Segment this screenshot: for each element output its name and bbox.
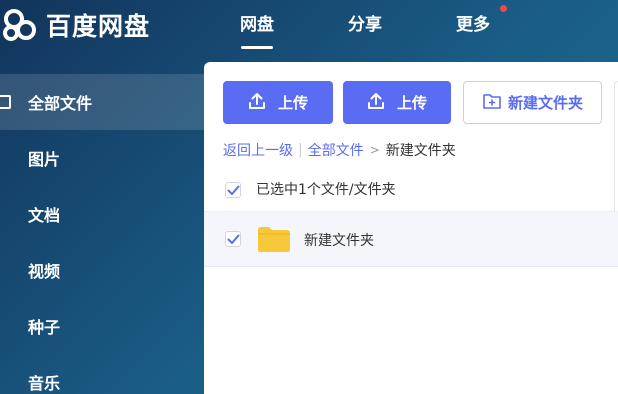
row-checkbox[interactable] — [225, 231, 241, 247]
sidebar-item-videos[interactable]: 视频 — [0, 242, 204, 298]
logo-text: 百度网盘 — [46, 12, 151, 41]
selection-summary: 已选中1个文件/文件夹 — [256, 182, 396, 198]
sidebar-item-images[interactable]: 图片 — [0, 130, 204, 186]
sidebar-item-label: 文档 — [28, 206, 61, 225]
file-name[interactable]: 新建文件夹 — [304, 230, 374, 250]
sidebar-item-torrents[interactable]: 种子 — [0, 298, 204, 354]
folder-icon — [257, 226, 291, 253]
select-all-checkbox[interactable] — [225, 182, 241, 198]
upload-button-label: 上传 — [277, 94, 308, 112]
sidebar: 全部文件 图片 文档 视频 种子 音乐 — [0, 70, 204, 394]
breadcrumb: 返回上一级 | 全部文件 > 新建文件夹 — [223, 140, 456, 160]
all-files-icon — [0, 95, 11, 109]
new-folder-button-label: 新建文件夹 — [507, 94, 583, 112]
upload-icon — [367, 92, 397, 114]
sidebar-item-label: 全部文件 — [28, 94, 93, 113]
sidebar-item-label: 视频 — [28, 262, 61, 281]
breadcrumb-separator: | — [298, 142, 303, 158]
sidebar-item-label: 图片 — [28, 150, 61, 169]
baidu-netdisk-logo-icon — [0, 6, 40, 44]
top-navigation-bar: 百度网盘 网盘 分享 更多 — [0, 0, 618, 62]
new-folder-button[interactable]: 新建文件夹 — [463, 81, 602, 124]
sidebar-item-label: 音乐 — [28, 374, 61, 393]
breadcrumb-current: 新建文件夹 — [385, 143, 456, 159]
nav-share[interactable]: 分享 — [348, 10, 382, 36]
breadcrumb-back-link[interactable]: 返回上一级 — [223, 140, 293, 160]
nav-more[interactable]: 更多 — [456, 10, 490, 36]
nav-netdisk[interactable]: 网盘 — [240, 10, 274, 49]
breadcrumb-root-link[interactable]: 全部文件 — [308, 140, 364, 160]
breadcrumb-arrow-icon: > — [369, 143, 380, 157]
sidebar-item-music[interactable]: 音乐 — [0, 354, 204, 394]
new-folder-icon — [482, 92, 508, 114]
sidebar-item-documents[interactable]: 文档 — [0, 186, 204, 242]
upload-icon — [248, 92, 278, 114]
upload-folder-button[interactable]: 上传 — [343, 81, 451, 124]
notification-badge — [500, 5, 507, 12]
upload-button[interactable]: 上传 — [223, 81, 333, 124]
table-row[interactable]: 新建文件夹 — [204, 211, 618, 267]
sidebar-item-label: 种子 — [28, 318, 61, 337]
file-panel: 上传 上传 新建文件夹 返回上一级 | 全部文件 > 新建文件夹 已选中1个文件… — [204, 62, 618, 394]
sidebar-item-all-files[interactable]: 全部文件 — [0, 74, 204, 130]
logo[interactable]: 百度网盘 — [0, 6, 150, 44]
upload-folder-button-label: 上传 — [396, 94, 427, 112]
